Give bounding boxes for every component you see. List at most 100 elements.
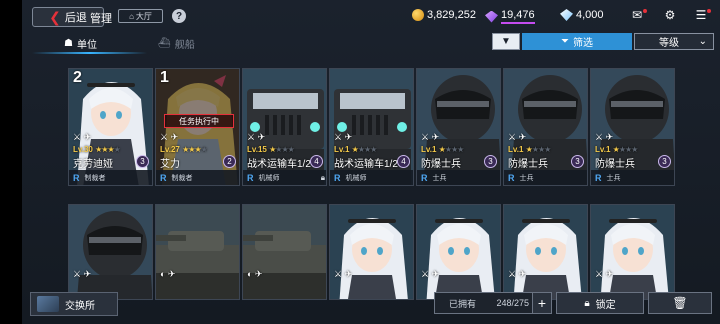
unit-name: 艾力	[160, 159, 180, 170]
sort-order-button[interactable]: ▼	[492, 33, 520, 50]
unit-level-row: Lv.15 ★★★★	[247, 145, 295, 154]
role-band: R 制裁者	[156, 170, 239, 185]
deploy-cost-badge: 3	[136, 155, 149, 168]
unit-name: 防爆士兵	[595, 159, 635, 170]
settings-button[interactable]: ⚙	[663, 9, 677, 22]
role-band: R 士兵	[417, 170, 500, 185]
exchange-button[interactable]: 交换所	[30, 292, 118, 316]
star-rating: ★★★★	[351, 145, 378, 154]
tank-portrait	[243, 205, 326, 299]
menu-button[interactable]: ☰	[694, 9, 708, 22]
role-band: R 士兵	[591, 170, 674, 185]
class-icons: ⚔ ✈	[421, 269, 440, 279]
chevron-left-icon: ❮	[49, 9, 61, 25]
unit-card[interactable]: ⚔ ✈	[68, 204, 153, 300]
back-label: 后退	[64, 12, 87, 24]
owned-value: 248/275	[496, 298, 529, 308]
role-band: R 士兵	[504, 170, 587, 185]
sort-level-dropdown[interactable]: 等级 ⌄	[634, 33, 714, 50]
role-label: 制裁者	[84, 175, 106, 182]
unit-card[interactable]: ◐ ✈	[155, 204, 240, 300]
gold-coin-icon	[412, 9, 424, 21]
deploy-cost-badge: 2	[223, 155, 236, 168]
girl-portrait	[591, 205, 674, 299]
unit-level: Lv.15	[247, 145, 267, 154]
role-label: 机械师	[258, 175, 280, 182]
diamond-counter[interactable]: 4,000	[560, 9, 604, 21]
mail-button[interactable]: ✉	[630, 9, 644, 22]
class-icons: ⚔ ✈	[73, 269, 92, 279]
lobby-label: 大厅	[135, 11, 152, 21]
gold-counter: 3,829,252	[412, 9, 476, 21]
star-rating: ★★★★	[269, 145, 295, 154]
class-icons: ⚔ ✈	[334, 132, 353, 142]
unit-card[interactable]: ⚔ ✈ Lv.1 ★★★★ 战术运输车1/2 4 R 机械师	[329, 68, 414, 186]
unit-level: Lv.1	[334, 145, 350, 154]
trash-icon: 🗑︎	[672, 296, 688, 310]
unit-name: 防爆士兵	[508, 159, 548, 170]
unit-level: Lv.1	[595, 145, 611, 154]
gold-amount: 3,829,252	[427, 9, 476, 21]
owned-capacity: 已拥有 248/275	[434, 292, 538, 314]
unit-card[interactable]: ⚔ ✈	[503, 204, 588, 300]
role-label: 士兵	[432, 175, 447, 182]
unit-card[interactable]: ⚔ ✈ Lv.1 ★★★★ 防爆士兵 3 R 士兵	[590, 68, 675, 186]
lock-button[interactable]: 🔒︎ 锁定	[556, 292, 644, 314]
unit-level-row: Lv.30 ★★★★	[73, 145, 121, 154]
deploy-cost-badge: 3	[571, 155, 584, 168]
class-icons: ⚔ ✈	[595, 132, 614, 142]
class-icons: ⚔ ✈	[334, 269, 353, 279]
menu-notification-dot	[707, 9, 711, 13]
unit-card[interactable]: ⚔ ✈ Lv.1 ★★★★ 防爆士兵 3 R 士兵	[503, 68, 588, 186]
star-rating: ★★★★	[95, 145, 121, 154]
star-rating: ★★★★	[182, 145, 208, 154]
caret-down-icon: ▼	[501, 36, 511, 47]
unit-card[interactable]: ⚔ ✈	[416, 204, 501, 300]
hamburger-menu-icon: ☰	[695, 8, 707, 22]
lock-icon: 🔒︎	[584, 297, 590, 309]
unit-level: Lv.1	[508, 145, 524, 154]
filter-icon: ⏷	[561, 36, 569, 47]
unit-card[interactable]: 1 任务执行中 ⚔ ✈ Lv.27 ★★★★ 艾力 2 R 制裁者	[155, 68, 240, 186]
tab-ships[interactable]: ⛴ 舰船	[158, 36, 195, 51]
exchange-icon	[37, 296, 59, 312]
unit-card[interactable]: ⚔ ✈	[590, 204, 675, 300]
unit-count: 1	[160, 69, 169, 86]
unit-card[interactable]: ⚔ ✈	[329, 204, 414, 300]
lobby-button[interactable]: ⌂ 大厅	[118, 9, 163, 23]
unit-level-row: Lv.1 ★★★★	[421, 145, 464, 154]
lock-label: 锁定	[595, 299, 616, 311]
rarity-label: R	[247, 173, 254, 183]
class-icons: ◐ ✈	[247, 269, 263, 279]
unit-grid: 2 ⚔ ✈ Lv.30 ★★★★ 克劳迪娅 3 R 制裁者 1 任务执行中 ⚔ ✈ Lv.27 ★★…	[68, 68, 675, 300]
help-button[interactable]: ?	[172, 9, 186, 23]
premium-amount: 19,476	[501, 9, 535, 24]
tab-units[interactable]: ☗ 单位	[64, 36, 97, 51]
role-band: R 制裁者	[69, 170, 152, 185]
premium-counter[interactable]: 19,476	[485, 9, 535, 24]
star-rating: ★★★★	[612, 145, 639, 154]
filter-button[interactable]: ⏷ 筛选	[522, 33, 632, 50]
unit-card[interactable]: ◐ ✈	[242, 204, 327, 300]
delete-button[interactable]: 🗑︎	[648, 292, 712, 314]
filter-label: 筛选	[573, 38, 593, 49]
unit-level: Lv.30	[73, 145, 93, 154]
rarity-label: R	[334, 173, 341, 183]
girl-portrait	[417, 205, 500, 299]
girl-portrait	[504, 205, 587, 299]
unit-level-row: Lv.1 ★★★★	[508, 145, 551, 154]
unit-card[interactable]: ⚔ ✈ Lv.1 ★★★★ 防爆士兵 3 R 士兵	[416, 68, 501, 186]
expand-capacity-button[interactable]: +	[532, 292, 552, 314]
class-icons: ⚔ ✈	[595, 269, 614, 279]
role-band: R 机械师 🔒︎	[243, 170, 326, 185]
deploy-cost-badge: 3	[658, 155, 671, 168]
owned-label: 已拥有	[449, 298, 477, 309]
unit-level: Lv.27	[160, 145, 180, 154]
unit-management-screen: ❮ 后退 管理 ⌂ 大厅 ? 3,829,252 19,476 4,000 ✉ …	[22, 0, 720, 324]
unit-card[interactable]: ⚔ ✈ Lv.15 ★★★★ 战术运输车1/2 4 R 机械师 🔒︎	[242, 68, 327, 186]
unit-card[interactable]: 2 ⚔ ✈ Lv.30 ★★★★ 克劳迪娅 3 R 制裁者	[68, 68, 153, 186]
tab-ships-label: 舰船	[174, 40, 195, 51]
unit-count: 2	[73, 69, 82, 86]
role-label: 士兵	[606, 175, 621, 182]
mail-icon: ✉	[631, 8, 643, 22]
